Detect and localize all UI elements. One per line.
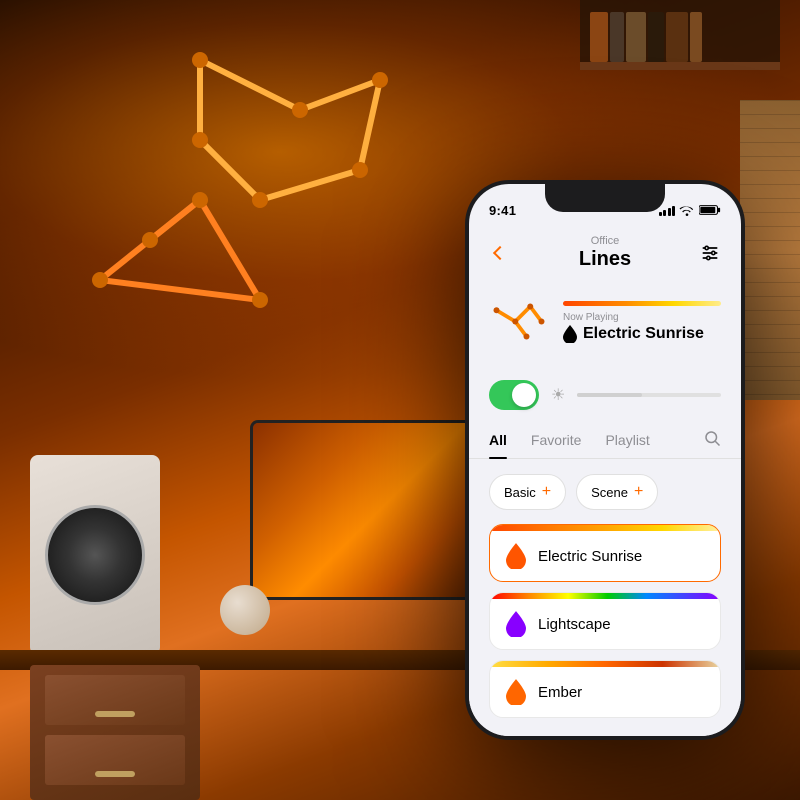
scene-plus-icon: + <box>634 483 643 501</box>
cabinet-drawer-top <box>45 675 185 725</box>
speaker-cone <box>45 505 145 605</box>
wall-light-lines <box>40 40 420 360</box>
nav-header: Office Lines <box>469 228 741 278</box>
page-subtitle: Office <box>579 235 631 247</box>
content-area: Basic + Scene + Electric Sun <box>469 462 741 736</box>
phone-body: 9:41 <box>465 180 745 740</box>
ember-drop-icon <box>506 679 526 705</box>
tab-favorite[interactable]: Favorite <box>531 422 582 458</box>
scene-card-body-ember: Ember <box>490 667 720 717</box>
scene-card-electric-sunrise[interactable]: Electric Sunrise <box>489 524 721 582</box>
scene-category-button[interactable]: Scene + <box>576 474 658 510</box>
cabinet-drawer-bottom <box>45 735 185 785</box>
phone-notch <box>545 184 665 212</box>
basic-plus-icon: + <box>542 483 551 501</box>
sliders-icon <box>700 243 720 263</box>
scene-card-body-electric-sunrise: Electric Sunrise <box>490 531 720 581</box>
electric-sunrise-drop-icon <box>506 543 526 569</box>
scene-card-ember[interactable]: Ember <box>489 660 721 718</box>
ember-name: Ember <box>538 684 582 701</box>
device-light-icon <box>489 294 549 349</box>
phone-screen: 9:41 <box>469 184 741 736</box>
tab-playlist[interactable]: Playlist <box>605 422 649 458</box>
window-blinds <box>740 100 800 400</box>
category-row: Basic + Scene + <box>489 474 721 510</box>
status-icons <box>659 204 722 216</box>
status-time: 9:41 <box>489 203 516 218</box>
page-title: Lines <box>579 248 631 271</box>
battery-icon <box>699 204 721 216</box>
settings-button[interactable] <box>695 238 725 268</box>
back-button[interactable] <box>485 238 515 268</box>
phone: 9:41 <box>465 180 745 740</box>
page-title-group: Office Lines <box>579 235 631 271</box>
wifi-icon <box>679 204 695 216</box>
toggle-knob <box>512 383 536 407</box>
now-playing-name: Electric Sunrise <box>583 325 704 343</box>
toggle-brightness-row: ☀ <box>469 372 741 418</box>
desk-globe <box>220 585 270 635</box>
brightness-fill <box>577 393 642 397</box>
scene-card-body-lightscape: Lightscape <box>490 599 720 649</box>
now-playing-label: Now Playing <box>563 312 721 323</box>
now-playing-gradient-bar <box>563 301 721 306</box>
lightscape-name: Lightscape <box>538 616 611 633</box>
power-toggle[interactable] <box>489 380 539 410</box>
tabs-group: All Favorite Playlist <box>489 422 650 458</box>
now-playing-section: Now Playing Electric Sunrise <box>469 278 741 361</box>
search-icon <box>703 429 721 447</box>
search-button[interactable] <box>703 429 721 452</box>
lightscape-drop-icon <box>506 611 526 637</box>
cabinet <box>30 665 200 800</box>
scene-card-lightscape[interactable]: Lightscape <box>489 592 721 650</box>
brightness-sun-icon: ☀ <box>551 385 565 405</box>
speaker <box>30 455 160 655</box>
drop-icon <box>563 325 577 343</box>
signal-icon <box>659 204 676 216</box>
tabs-bar: All Favorite Playlist <box>469 422 741 459</box>
basic-category-button[interactable]: Basic + <box>489 474 566 510</box>
back-chevron-icon <box>493 246 507 260</box>
tab-all[interactable]: All <box>489 422 507 458</box>
electric-sunrise-name: Electric Sunrise <box>538 548 642 565</box>
brightness-slider[interactable] <box>577 393 721 397</box>
now-playing-info: Now Playing Electric Sunrise <box>563 301 721 343</box>
bookshelf <box>580 0 780 70</box>
